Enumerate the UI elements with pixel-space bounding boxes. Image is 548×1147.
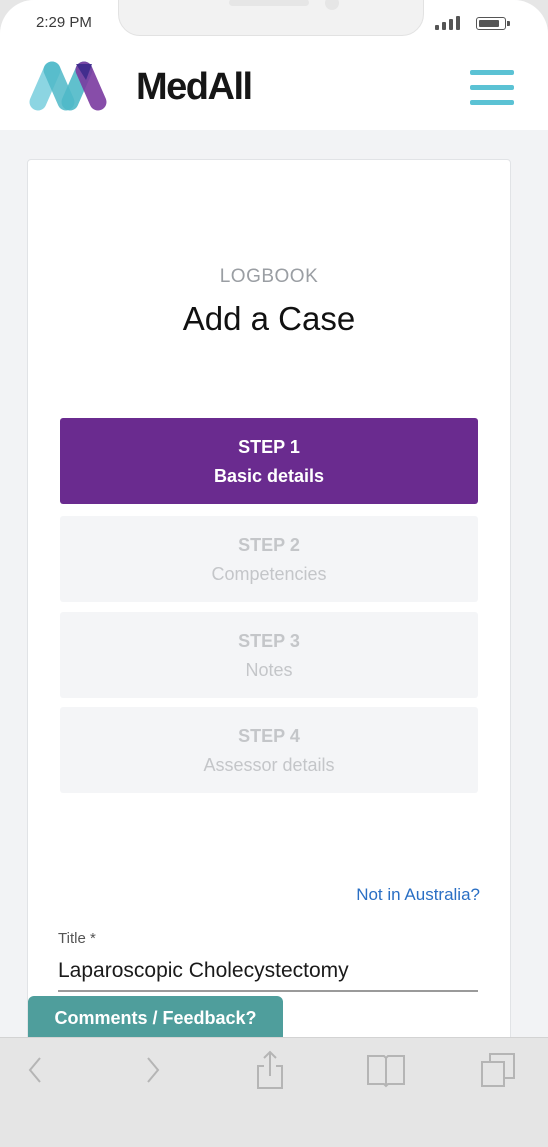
step-number: STEP 2: [238, 535, 300, 555]
forward-icon[interactable]: [128, 1048, 176, 1092]
step-number: STEP 1: [238, 437, 300, 457]
step-name: Assessor details: [203, 755, 335, 775]
step-4-tab[interactable]: STEP 4 Assessor details: [60, 707, 478, 793]
add-case-card: LOGBOOK Add a Case STEP 1 Basic details …: [27, 159, 511, 1049]
step-name: Notes: [245, 660, 293, 680]
section-eyebrow: LOGBOOK: [219, 266, 319, 287]
bookmarks-icon[interactable]: [362, 1048, 410, 1092]
step-number: STEP 4: [238, 726, 300, 746]
page-title: Add a Case: [182, 300, 356, 337]
app-header: MedAll: [0, 46, 548, 130]
speaker: [229, 0, 309, 6]
step-name: Basic details: [213, 466, 325, 486]
phone-frame: 2:29 PM MedAll LOGBOOK Add a Case STEP 1…: [0, 0, 548, 1147]
title-input[interactable]: [58, 952, 478, 992]
tabs-icon[interactable]: [476, 1048, 524, 1092]
step-1-tab[interactable]: STEP 1 Basic details: [60, 418, 478, 504]
camera: [325, 0, 339, 10]
browser-toolbar: [0, 1037, 548, 1147]
step-number: STEP 3: [238, 631, 300, 651]
back-icon[interactable]: [12, 1048, 60, 1092]
feedback-button[interactable]: Comments / Feedback?: [28, 996, 283, 1042]
medall-logo-icon: [29, 61, 107, 111]
not-in-australia-link[interactable]: Not in Australia?: [356, 885, 480, 905]
step-name: Competencies: [211, 564, 327, 584]
step-2-tab[interactable]: STEP 2 Competencies: [60, 516, 478, 602]
status-bar: 2:29 PM: [0, 0, 548, 46]
battery-icon: [476, 17, 510, 30]
title-label: Title *: [58, 930, 96, 947]
hamburger-menu-icon[interactable]: [468, 68, 516, 110]
share-icon[interactable]: [246, 1048, 294, 1092]
status-time: 2:29 PM: [36, 14, 92, 31]
signal-icon: [435, 16, 465, 30]
notch: [118, 0, 424, 36]
brand-name: MedAll: [136, 66, 253, 108]
step-3-tab[interactable]: STEP 3 Notes: [60, 612, 478, 698]
